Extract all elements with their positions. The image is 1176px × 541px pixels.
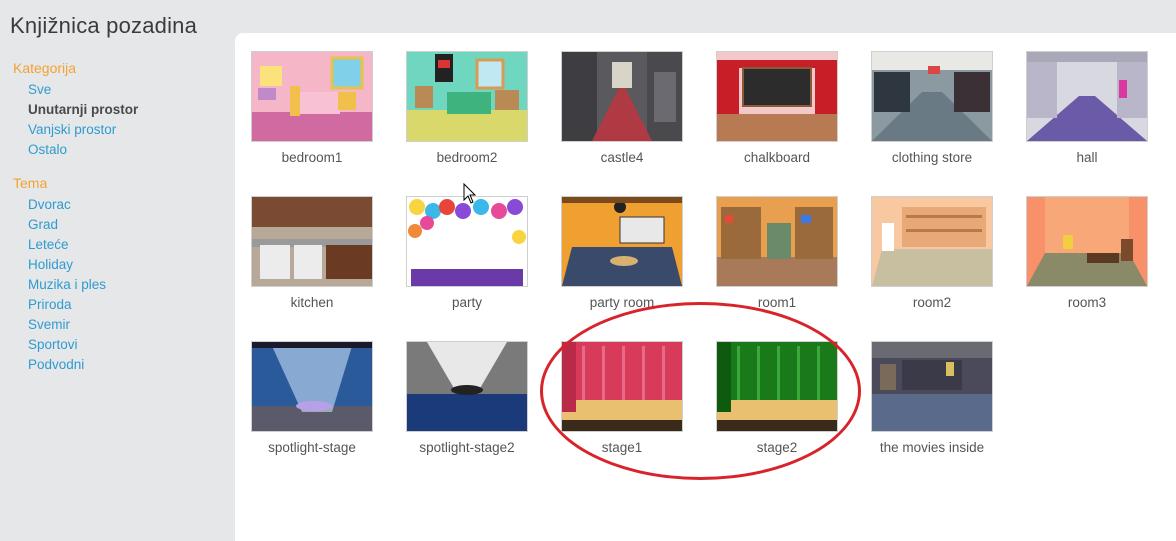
category-outdoors[interactable]: Vanjski prostor [28,120,138,140]
backdrop-tile-castle4[interactable]: castle4 [561,51,683,167]
kitchen-thumbnail [251,196,373,287]
party-thumbnail [406,196,528,287]
backdrop-tile-bedroom1[interactable]: bedroom1 [251,51,373,167]
backdrop-label: party room [589,295,655,310]
room2-thumbnail [871,196,993,287]
category-indoors[interactable]: Unutarnji prostor [28,100,138,120]
backdrop-label: clothing store [891,150,973,165]
party-room-thumbnail [561,196,683,287]
backdrop-label: hall [1076,150,1098,165]
backdrop-label: the movies inside [879,440,985,455]
backdrop-tile-hall[interactable]: hall [1026,51,1148,167]
backdrop-label: spotlight-stage2 [419,440,515,455]
backdrop-label: room3 [1067,295,1107,310]
theme-flying[interactable]: Leteće [28,235,106,255]
backdrop-tile-spotlight-stage2[interactable]: spotlight-stage2 [406,341,528,457]
backdrop-label: bedroom2 [436,150,498,165]
theme-music-dance[interactable]: Muzika i ples [28,275,106,295]
backdrop-label: party [451,295,482,310]
bedroom2-thumbnail [406,51,528,142]
theme-castle[interactable]: Dvorac [28,195,106,215]
clothing-store-thumbnail [871,51,993,142]
hall-thumbnail [1026,51,1148,142]
theme-holiday[interactable]: Holiday [28,255,106,275]
category-all[interactable]: Sve [28,80,138,100]
backdrop-label: kitchen [290,295,334,310]
backdrop-tile-bedroom2[interactable]: bedroom2 [406,51,528,167]
backdrop-tile-chalkboard[interactable]: chalkboard [716,51,838,167]
movies-inside-thumbnail [871,341,993,432]
theme-underwater[interactable]: Podvodni [28,355,106,375]
backdrop-tile-kitchen[interactable]: kitchen [251,196,373,312]
backdrop-label: chalkboard [743,150,811,165]
theme-sports[interactable]: Sportovi [28,335,106,355]
room3-thumbnail [1026,196,1148,287]
backdrop-tile-room2[interactable]: room2 [871,196,993,312]
theme-space[interactable]: Svemir [28,315,106,335]
category-other[interactable]: Ostalo [28,140,138,160]
chalkboard-thumbnail [716,51,838,142]
backdrop-label: spotlight-stage [268,440,356,455]
backdrop-label: room2 [912,295,952,310]
theme-nature[interactable]: Priroda [28,295,106,315]
backdrop-tile-the-movies-inside[interactable]: the movies inside [871,341,993,457]
theme-city[interactable]: Grad [28,215,106,235]
backdrop-tile-spotlight-stage[interactable]: spotlight-stage [251,341,373,457]
sidebar: Knjižnica pozadina Kategorija Sve Unutar… [0,0,235,541]
backdrop-tile-clothing-store[interactable]: clothing store [871,51,993,167]
backdrop-label: bedroom1 [281,150,343,165]
backdrop-label: stage2 [756,440,798,455]
backdrop-tile-party[interactable]: party [406,196,528,312]
category-list: Sve Unutarnji prostor Vanjski prostor Os… [28,80,138,160]
backdrop-tile-party-room[interactable]: party room [561,196,683,312]
backdrop-tile-stage2[interactable]: stage2 [716,341,838,457]
backdrop-label: room1 [757,295,797,310]
backdrop-label: stage1 [601,440,643,455]
castle4-thumbnail [561,51,683,142]
stage2-thumbnail [716,341,838,432]
bedroom1-thumbnail [251,51,373,142]
backdrop-tile-room3[interactable]: room3 [1026,196,1148,312]
spotlight-stage2-thumbnail [406,341,528,432]
theme-list: Dvorac Grad Leteće Holiday Muzika i ples… [28,195,106,375]
spotlight-stage-thumbnail [251,341,373,432]
room1-thumbnail [716,196,838,287]
category-heading: Kategorija [13,60,77,76]
theme-heading: Tema [13,175,48,191]
backdrop-tile-stage1[interactable]: stage1 [561,341,683,457]
mouse-cursor-icon [463,183,477,204]
page-title: Knjižnica pozadina [10,13,198,38]
backdrop-label: castle4 [600,150,644,165]
backdrop-tile-room1[interactable]: room1 [716,196,838,312]
stage1-thumbnail [561,341,683,432]
